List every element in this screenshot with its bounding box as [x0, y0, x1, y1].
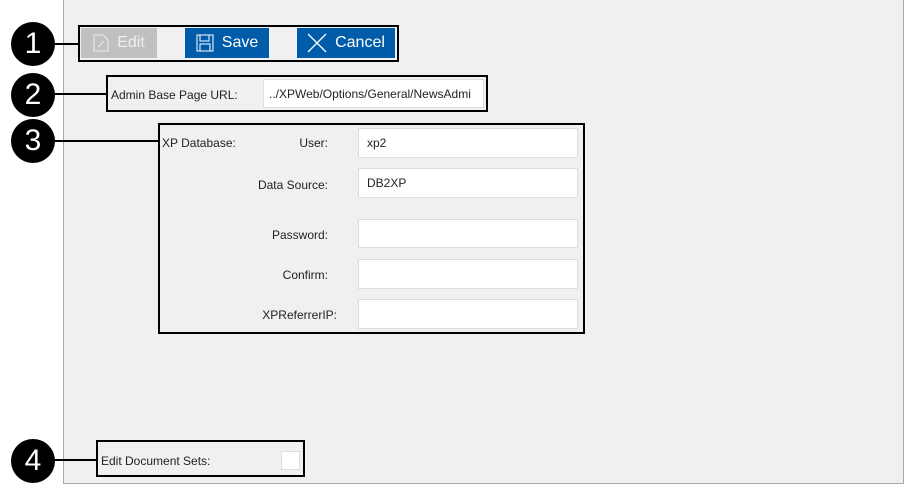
data-source-input[interactable]: DB2XP: [358, 168, 578, 198]
cancel-button[interactable]: Cancel: [297, 28, 395, 58]
user-label: User:: [299, 136, 328, 150]
referrer-ip-label: XPReferrerIP:: [262, 308, 337, 322]
callout-3: 3: [11, 119, 55, 163]
save-label: Save: [221, 34, 259, 51]
password-input[interactable]: [358, 219, 578, 248]
data-source-label: Data Source:: [257, 178, 328, 192]
edit-button[interactable]: Edit: [81, 28, 157, 58]
callout-line: [55, 43, 80, 45]
edit-label: Edit: [117, 34, 145, 51]
confirm-label: Confirm:: [282, 268, 328, 282]
cancel-label: Cancel: [335, 34, 385, 51]
callout-line: [55, 93, 107, 95]
admin-url-label: Admin Base Page URL:: [111, 88, 238, 102]
edit-document-sets-checkbox[interactable]: [281, 451, 300, 470]
callout-2: 2: [11, 73, 55, 117]
referrer-ip-input[interactable]: [358, 299, 578, 329]
confirm-input[interactable]: [358, 259, 578, 289]
admin-url-input[interactable]: ../XPWeb/Options/General/NewsAdmi: [263, 79, 484, 108]
edit-icon: [93, 34, 109, 52]
callout-1: 1: [11, 22, 55, 66]
save-button[interactable]: Save: [185, 28, 269, 58]
password-label: Password:: [271, 228, 328, 242]
callout-4: 4: [11, 439, 55, 483]
close-icon: [307, 33, 327, 53]
callout-line: [55, 140, 159, 142]
user-input[interactable]: xp2: [358, 128, 578, 158]
callout-line: [55, 459, 97, 461]
save-icon: [196, 34, 214, 52]
edit-document-sets-label: Edit Document Sets:: [101, 454, 211, 468]
